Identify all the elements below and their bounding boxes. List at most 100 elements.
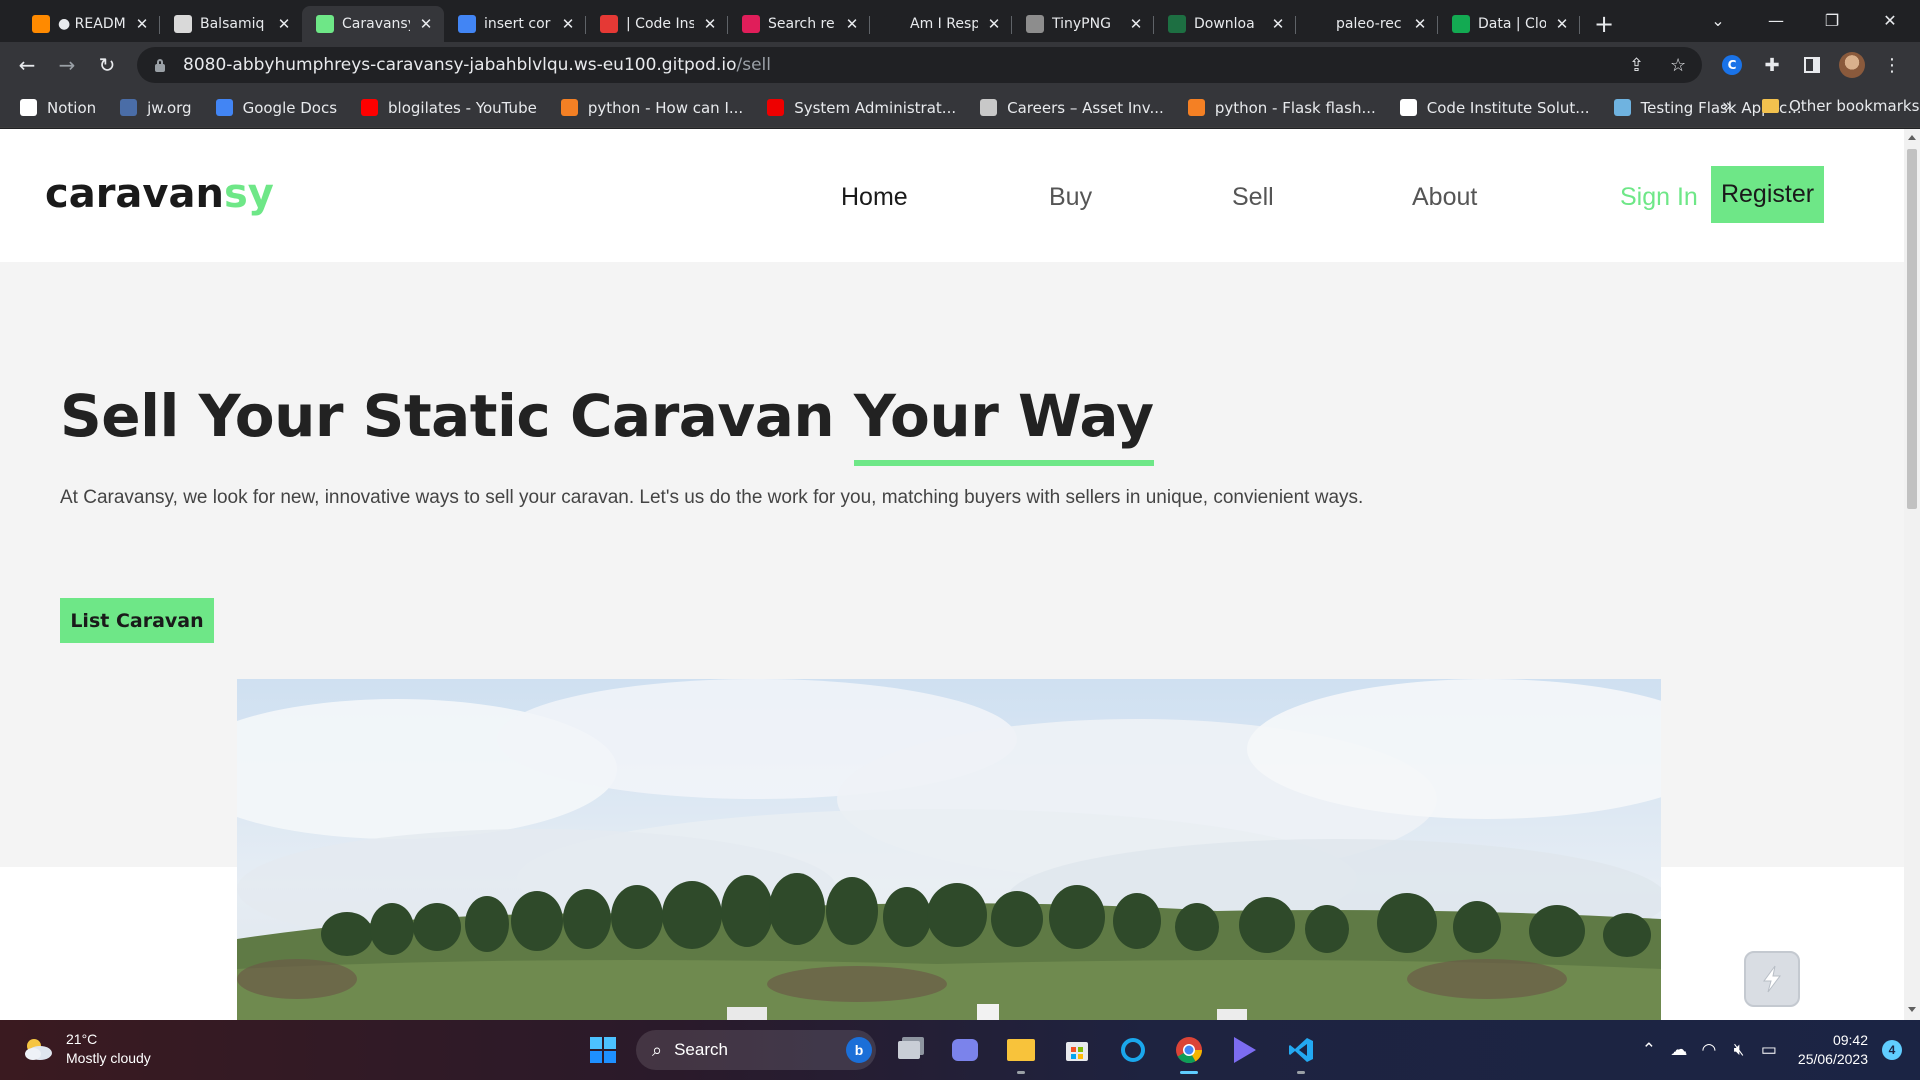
bookmark-label: Code Institute Solut...	[1426, 98, 1590, 117]
close-window-button[interactable]: ✕	[1862, 0, 1918, 40]
chrome-icon[interactable]	[1166, 1028, 1212, 1074]
stackoverflow-icon	[1187, 99, 1205, 116]
floating-lightning-button[interactable]	[1744, 951, 1800, 1007]
tab-close-icon[interactable]: ✕	[702, 15, 718, 33]
browser-tab[interactable]: | Code Ins ✕	[586, 6, 728, 42]
bookmark-item[interactable]: python - Flask flash...	[1187, 99, 1376, 117]
jw-icon	[120, 99, 138, 116]
sign-in-link[interactable]: Sign In	[1620, 183, 1698, 212]
forward-icon[interactable]: →	[47, 45, 87, 85]
browser-tab[interactable]: ● READM ✕	[18, 6, 160, 42]
back-icon[interactable]: ←	[7, 45, 47, 85]
site-logo[interactable]: caravansy	[45, 171, 274, 217]
minimize-button[interactable]: —	[1748, 0, 1804, 40]
folder-icon	[1762, 99, 1779, 113]
mongodb-icon	[1452, 15, 1470, 33]
nav-sell[interactable]: Sell	[1232, 183, 1274, 212]
stackoverflow-icon	[560, 99, 578, 116]
tab-close-icon[interactable]: ✕	[134, 15, 150, 33]
browser-tab[interactable]: Caravansy ✕	[302, 6, 444, 42]
bookmark-item[interactable]: Careers – Asset Inv...	[980, 99, 1164, 117]
tab-close-icon[interactable]: ✕	[1554, 15, 1570, 33]
list-caravan-button[interactable]: List Caravan	[60, 598, 214, 643]
tab-close-icon[interactable]: ✕	[1128, 15, 1144, 33]
clock[interactable]: 09:42 25/06/2023	[1798, 1031, 1868, 1069]
page-scrollbar[interactable]	[1904, 129, 1920, 1020]
restore-button[interactable]: ❐	[1804, 0, 1860, 40]
browser-tab[interactable]: Search re ✕	[728, 6, 870, 42]
profile-avatar[interactable]	[1838, 51, 1866, 79]
tab-label: Search re	[768, 16, 835, 32]
task-view-icon[interactable]	[886, 1028, 932, 1072]
browser-tab[interactable]: Am I Resp ✕	[870, 6, 1012, 42]
bookmark-item[interactable]: Google Docs	[215, 99, 337, 117]
browser-tab[interactable]: paleo-rec ✕	[1296, 6, 1438, 42]
volume-muted-icon[interactable]: 🔇︎	[1724, 1040, 1754, 1060]
tab-close-icon[interactable]: ✕	[844, 15, 860, 33]
other-bookmarks-folder[interactable]: Other bookmarks	[1762, 97, 1919, 115]
browser-tab[interactable]: Data | Clo ✕	[1438, 6, 1580, 42]
share-icon[interactable]: ⇪	[1629, 55, 1644, 76]
onedrive-cloud-icon[interactable]: ☁	[1664, 1040, 1694, 1060]
teams-chat-icon[interactable]	[942, 1028, 988, 1072]
bookmark-item[interactable]: blogilates - YouTube	[361, 99, 537, 117]
battery-icon[interactable]: ▭	[1754, 1040, 1784, 1060]
browser-tab[interactable]: Balsamiq ✕	[160, 6, 302, 42]
address-bar[interactable]: 8080-abbyhumphreys-caravansy-jabahblvlqu…	[137, 47, 1702, 83]
reload-icon[interactable]: ↻	[87, 45, 127, 85]
careers-icon	[980, 99, 998, 116]
vscode-icon[interactable]	[1278, 1028, 1324, 1074]
system-tray: ⌃ ☁ ◠ 🔇︎ ▭ 09:42 25/06/2023 4	[1634, 1020, 1920, 1080]
excel-icon	[1168, 15, 1186, 33]
weather-widget[interactable]: 21°C Mostly cloudy	[22, 1030, 151, 1068]
lock-icon[interactable]	[153, 58, 167, 72]
bookmark-item[interactable]: System Administrat...	[767, 99, 956, 117]
bookmarks-overflow-button[interactable]: »	[1722, 96, 1732, 116]
chevron-up-icon[interactable]: ⌃	[1634, 1040, 1664, 1060]
menu-dots-icon[interactable]: ⋮	[1878, 51, 1906, 79]
notification-badge[interactable]: 4	[1882, 1040, 1902, 1060]
bookmark-item[interactable]: python - How can I...	[560, 99, 743, 117]
file-explorer-icon[interactable]	[998, 1028, 1044, 1074]
scroll-up-icon[interactable]	[1908, 135, 1916, 140]
power-automate-icon[interactable]	[1222, 1028, 1268, 1072]
other-bookmarks-label: Other bookmarks	[1789, 97, 1920, 115]
windows-start-icon[interactable]	[580, 1028, 626, 1072]
bookmark-item[interactable]: Notion	[20, 99, 96, 117]
browser-tab[interactable]: Downloa ✕	[1154, 6, 1296, 42]
tab-close-icon[interactable]: ✕	[986, 15, 1002, 33]
side-panel-icon[interactable]	[1798, 51, 1826, 79]
cortana-icon[interactable]	[1110, 1028, 1156, 1072]
tab-close-icon[interactable]: ✕	[560, 15, 576, 33]
bookmark-item[interactable]: jw.org	[120, 99, 192, 117]
tab-close-icon[interactable]: ✕	[418, 15, 434, 33]
nav-home[interactable]: Home	[841, 183, 908, 212]
register-button[interactable]: Register	[1711, 166, 1824, 223]
scroll-down-icon[interactable]	[1908, 1007, 1916, 1012]
tinypng-icon	[1026, 15, 1044, 33]
tab-close-icon[interactable]: ✕	[276, 15, 292, 33]
extensions-puzzle-icon[interactable]: ✚	[1758, 51, 1786, 79]
taskbar-search[interactable]: ⌕ Search b	[636, 1030, 876, 1070]
hero-title: Sell Your Static Caravan Your Way	[60, 382, 1154, 450]
wifi-icon[interactable]: ◠	[1694, 1040, 1724, 1060]
browser-toolbar: ← → ↻ 8080-abbyhumphreys-caravansy-jabah…	[0, 42, 1920, 88]
tab-search-icon[interactable]: ⌄	[1690, 0, 1746, 40]
nav-buy[interactable]: Buy	[1049, 183, 1092, 212]
site-header: caravansy Home Buy Sell About Sign In Re…	[0, 129, 1904, 262]
bookmark-item[interactable]: Code Institute Solut...	[1399, 98, 1590, 117]
tab-close-icon[interactable]: ✕	[1412, 15, 1428, 33]
nav-about[interactable]: About	[1412, 183, 1477, 212]
browser-tab[interactable]: insert cor ✕	[444, 6, 586, 42]
weather-temp: 21°C	[66, 1031, 98, 1047]
hero-title-underlined: Your Way	[853, 382, 1154, 450]
browser-tab[interactable]: TinyPNG ✕	[1012, 6, 1154, 42]
new-tab-button[interactable]: +	[1586, 6, 1622, 42]
scrollbar-thumb[interactable]	[1907, 149, 1917, 509]
search-icon: ⌕	[652, 1039, 663, 1060]
tab-label: insert cor	[484, 16, 551, 32]
microsoft-store-icon[interactable]	[1054, 1028, 1100, 1072]
tab-close-icon[interactable]: ✕	[1270, 15, 1286, 33]
bookmark-star-icon[interactable]: ☆	[1670, 55, 1686, 76]
extension-c-icon[interactable]: C	[1718, 51, 1746, 79]
